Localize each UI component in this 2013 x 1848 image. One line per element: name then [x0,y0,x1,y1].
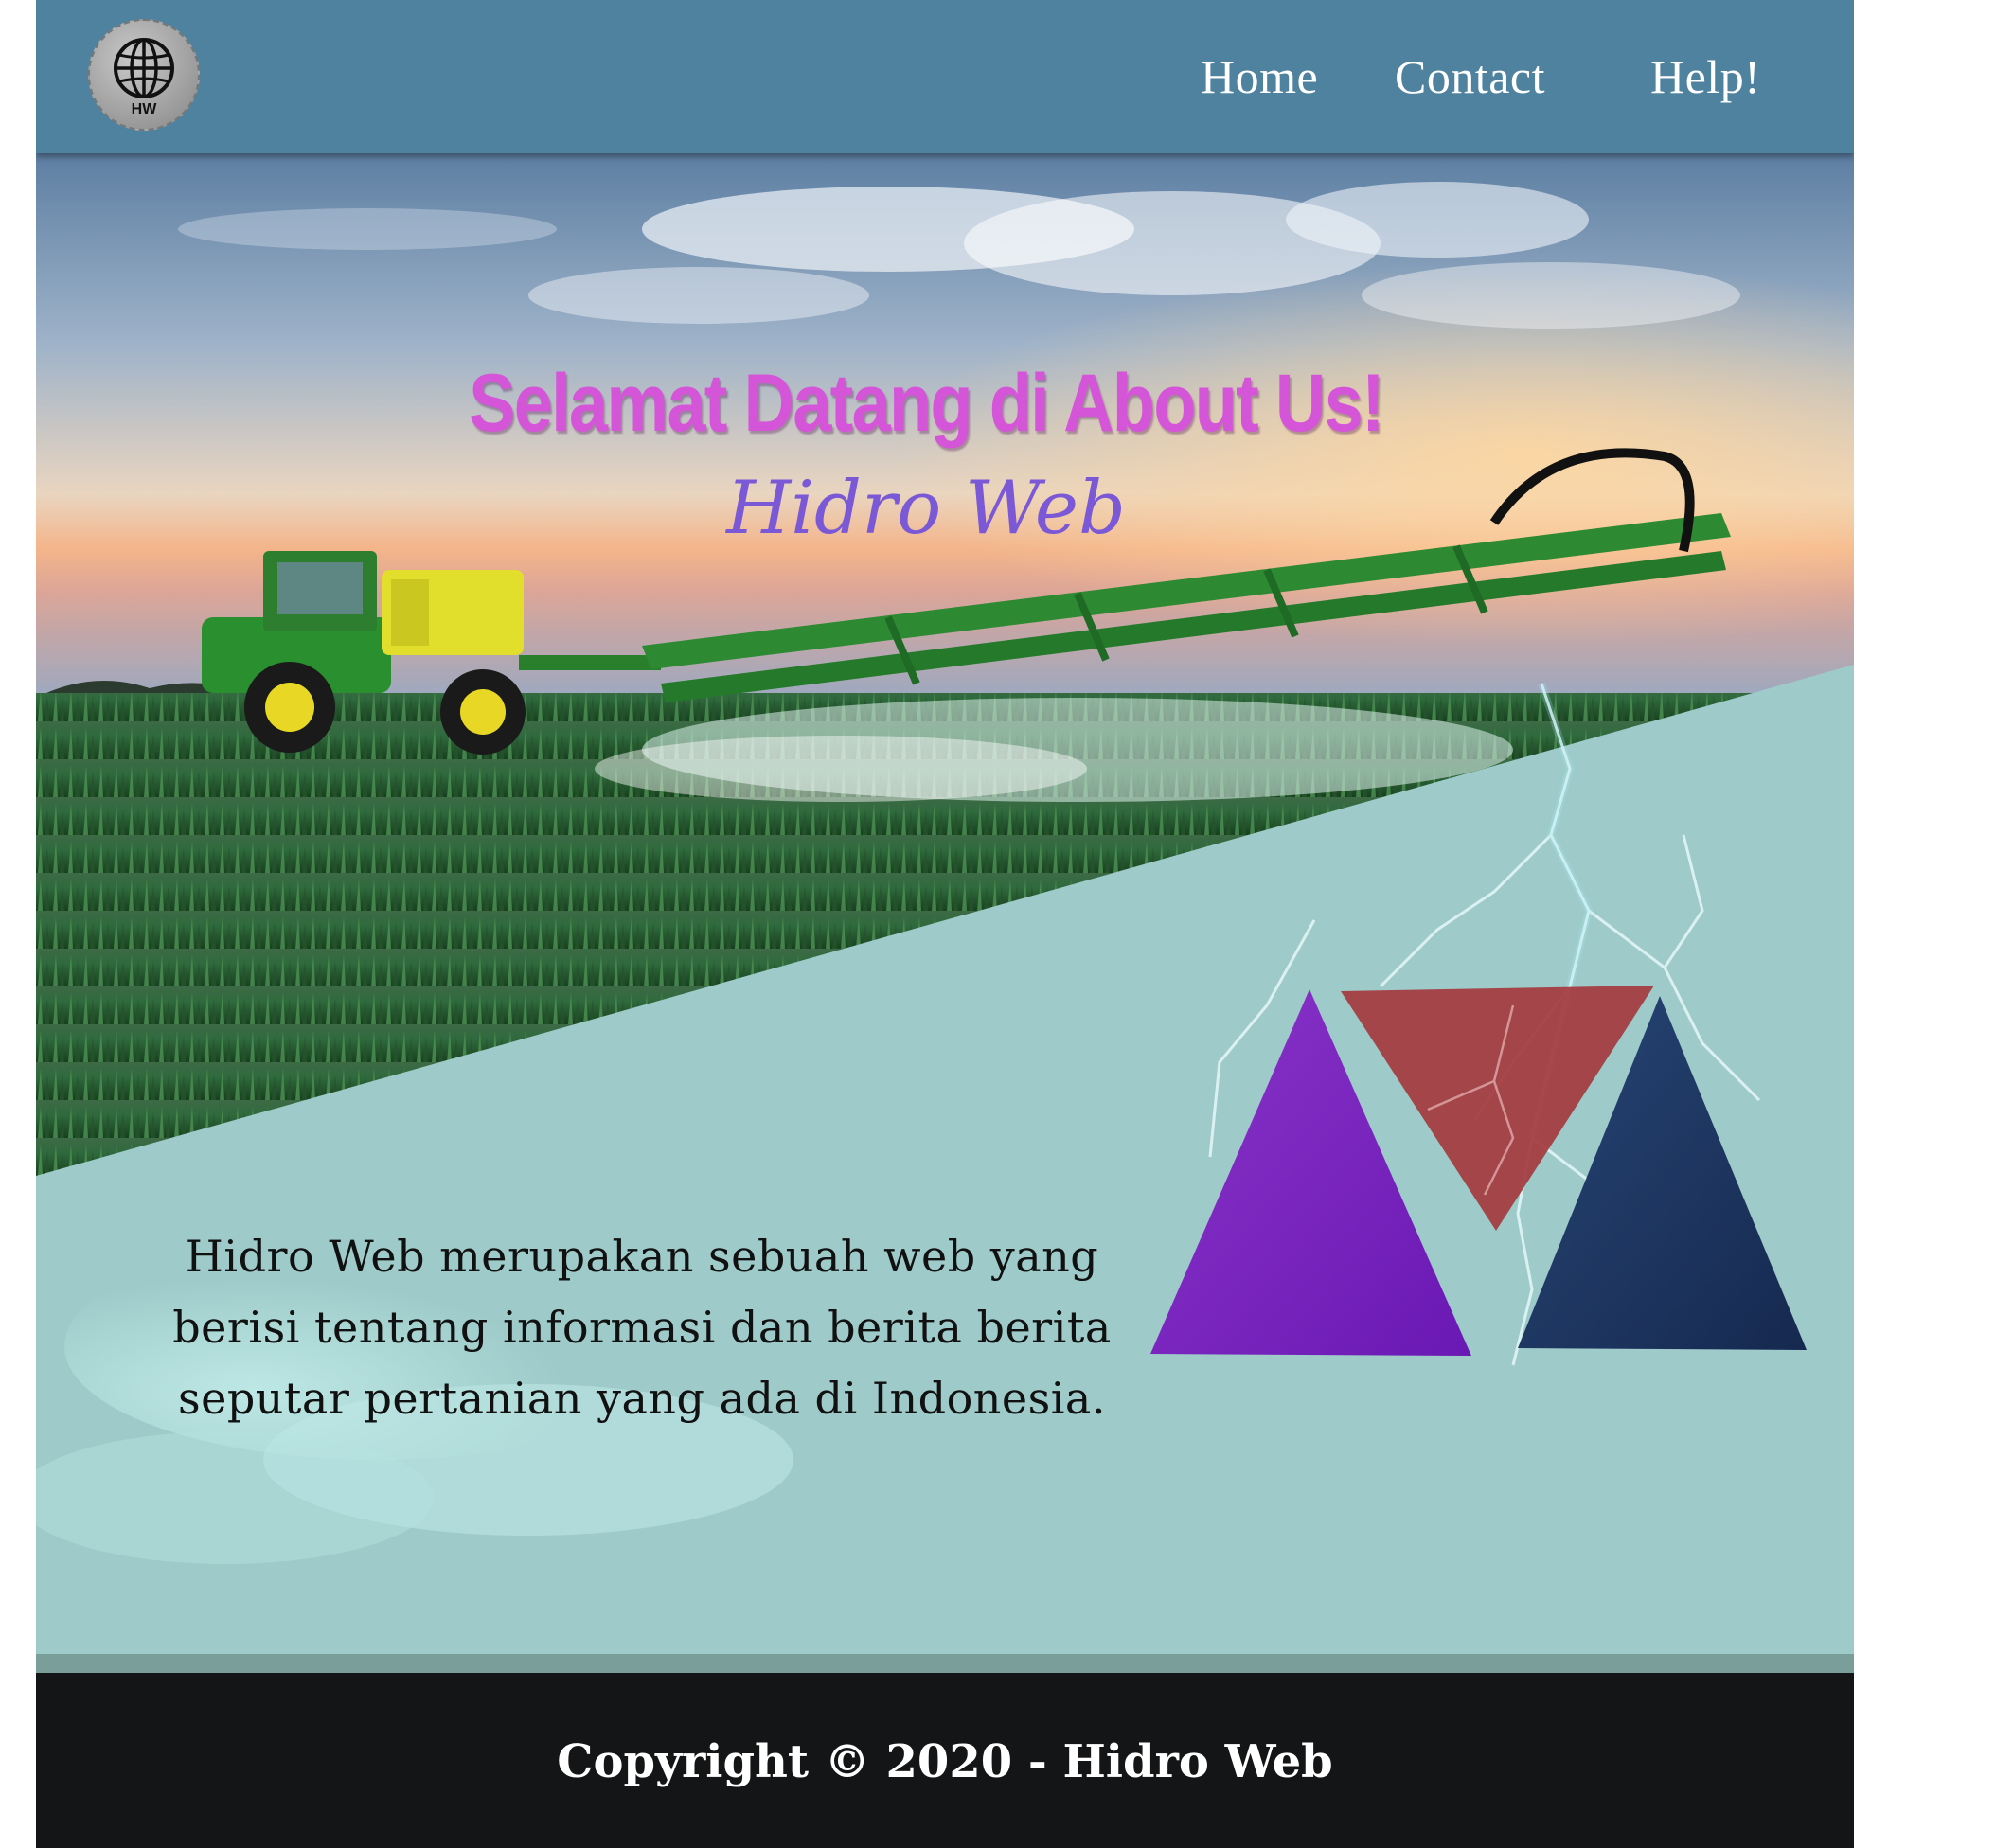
footer: Copyright © 2020 - Hidro Web [36,1673,1854,1848]
hero-subtitle: Hidro Web [726,466,1126,551]
site-logo[interactable]: HW [88,19,200,131]
nav-home-link[interactable]: Home [1201,49,1318,104]
hero-section: Selamat Datang di About Us! Hidro Web Hi… [36,153,1854,1673]
globe-icon: HW [114,38,174,117]
logo-text: HW [132,101,158,117]
page: HW Home Contact Help! Selamat Datang di … [36,0,1854,1848]
about-description: Hidro Web merupakan sebuah web yang beri… [172,1231,1112,1424]
copyright-text: Copyright © 2020 - Hidro Web [557,1735,1333,1788]
hero-title: Selamat Datang di About Us! [469,358,1385,449]
nav-help-link[interactable]: Help! [1650,49,1760,104]
navbar: HW Home Contact Help! [36,0,1854,153]
nav-contact-link[interactable]: Contact [1395,49,1545,104]
section-divider [36,1654,1854,1673]
